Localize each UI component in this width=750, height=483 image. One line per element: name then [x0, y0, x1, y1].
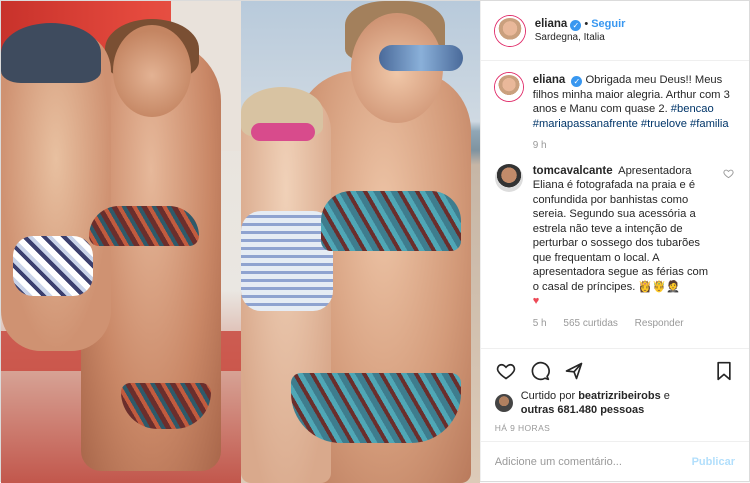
avatar[interactable] — [494, 15, 525, 46]
comment-item: tomcavalcante Apresentadora Eliana é fot… — [494, 163, 735, 332]
comment-time[interactable]: 5 h — [533, 318, 547, 329]
comment-input[interactable] — [494, 455, 692, 468]
follow-button[interactable]: Seguir — [591, 18, 625, 30]
likes-prefix: Curtido por — [520, 390, 576, 402]
actions-section: Curtido por beatrizribeirobs e outras 68… — [480, 348, 749, 441]
publish-button[interactable]: Publicar — [692, 456, 735, 468]
comment-likes[interactable]: 565 curtidas — [563, 318, 617, 329]
liker-username[interactable]: beatrizribeirobs — [578, 390, 661, 402]
likes-others[interactable]: outras 681.480 pessoas — [521, 404, 645, 416]
caption-username[interactable]: eliana — [533, 74, 566, 86]
add-comment-bar: Publicar — [480, 441, 749, 481]
likes-connector: e — [663, 390, 670, 402]
caption-time[interactable]: 9 h — [533, 140, 547, 151]
photo-left — [1, 1, 241, 483]
caption: eliana ✓ Obrigada meu Deus!! Meus filhos … — [494, 73, 735, 154]
liker-avatar[interactable] — [494, 394, 513, 412]
share-icon[interactable] — [563, 360, 585, 382]
verified-icon: ✓ — [570, 19, 582, 31]
comment-heart-emoji: ♥ — [532, 295, 540, 307]
bookmark-icon[interactable] — [713, 360, 735, 382]
separator: • — [584, 17, 589, 30]
header-username[interactable]: eliana — [535, 18, 568, 30]
avatar[interactable] — [494, 73, 523, 101]
post-header: eliana ✓ • Seguir Sardegna, Italia — [480, 1, 749, 61]
avatar[interactable] — [494, 163, 523, 192]
verified-icon: ✓ — [571, 76, 583, 87]
post-side-panel: eliana ✓ • Seguir Sardegna, Italia eliana ✓ … — [479, 1, 749, 481]
comment-icon[interactable] — [529, 360, 551, 382]
reply-button[interactable]: Responder — [635, 318, 684, 329]
photo-right — [241, 1, 480, 483]
comment-text: Apresentadora Eliana é fotografada na pr… — [532, 164, 709, 293]
heart-icon[interactable] — [495, 360, 517, 382]
location-link[interactable]: Sardegna, Italia — [535, 31, 626, 45]
post-container: eliana ✓ • Seguir Sardegna, Italia eliana ✓ … — [0, 0, 750, 483]
post-image[interactable] — [1, 1, 480, 483]
likes-summary: Curtido por beatrizribeirobs e outras 68… — [494, 389, 735, 417]
small-heart-icon[interactable] — [723, 168, 735, 180]
post-time[interactable]: HÁ 9 HORAS — [495, 423, 735, 433]
comments-list[interactable]: eliana ✓ Obrigada meu Deus!! Meus filhos … — [481, 61, 749, 348]
comment-username[interactable]: tomcavalcante — [533, 165, 613, 177]
